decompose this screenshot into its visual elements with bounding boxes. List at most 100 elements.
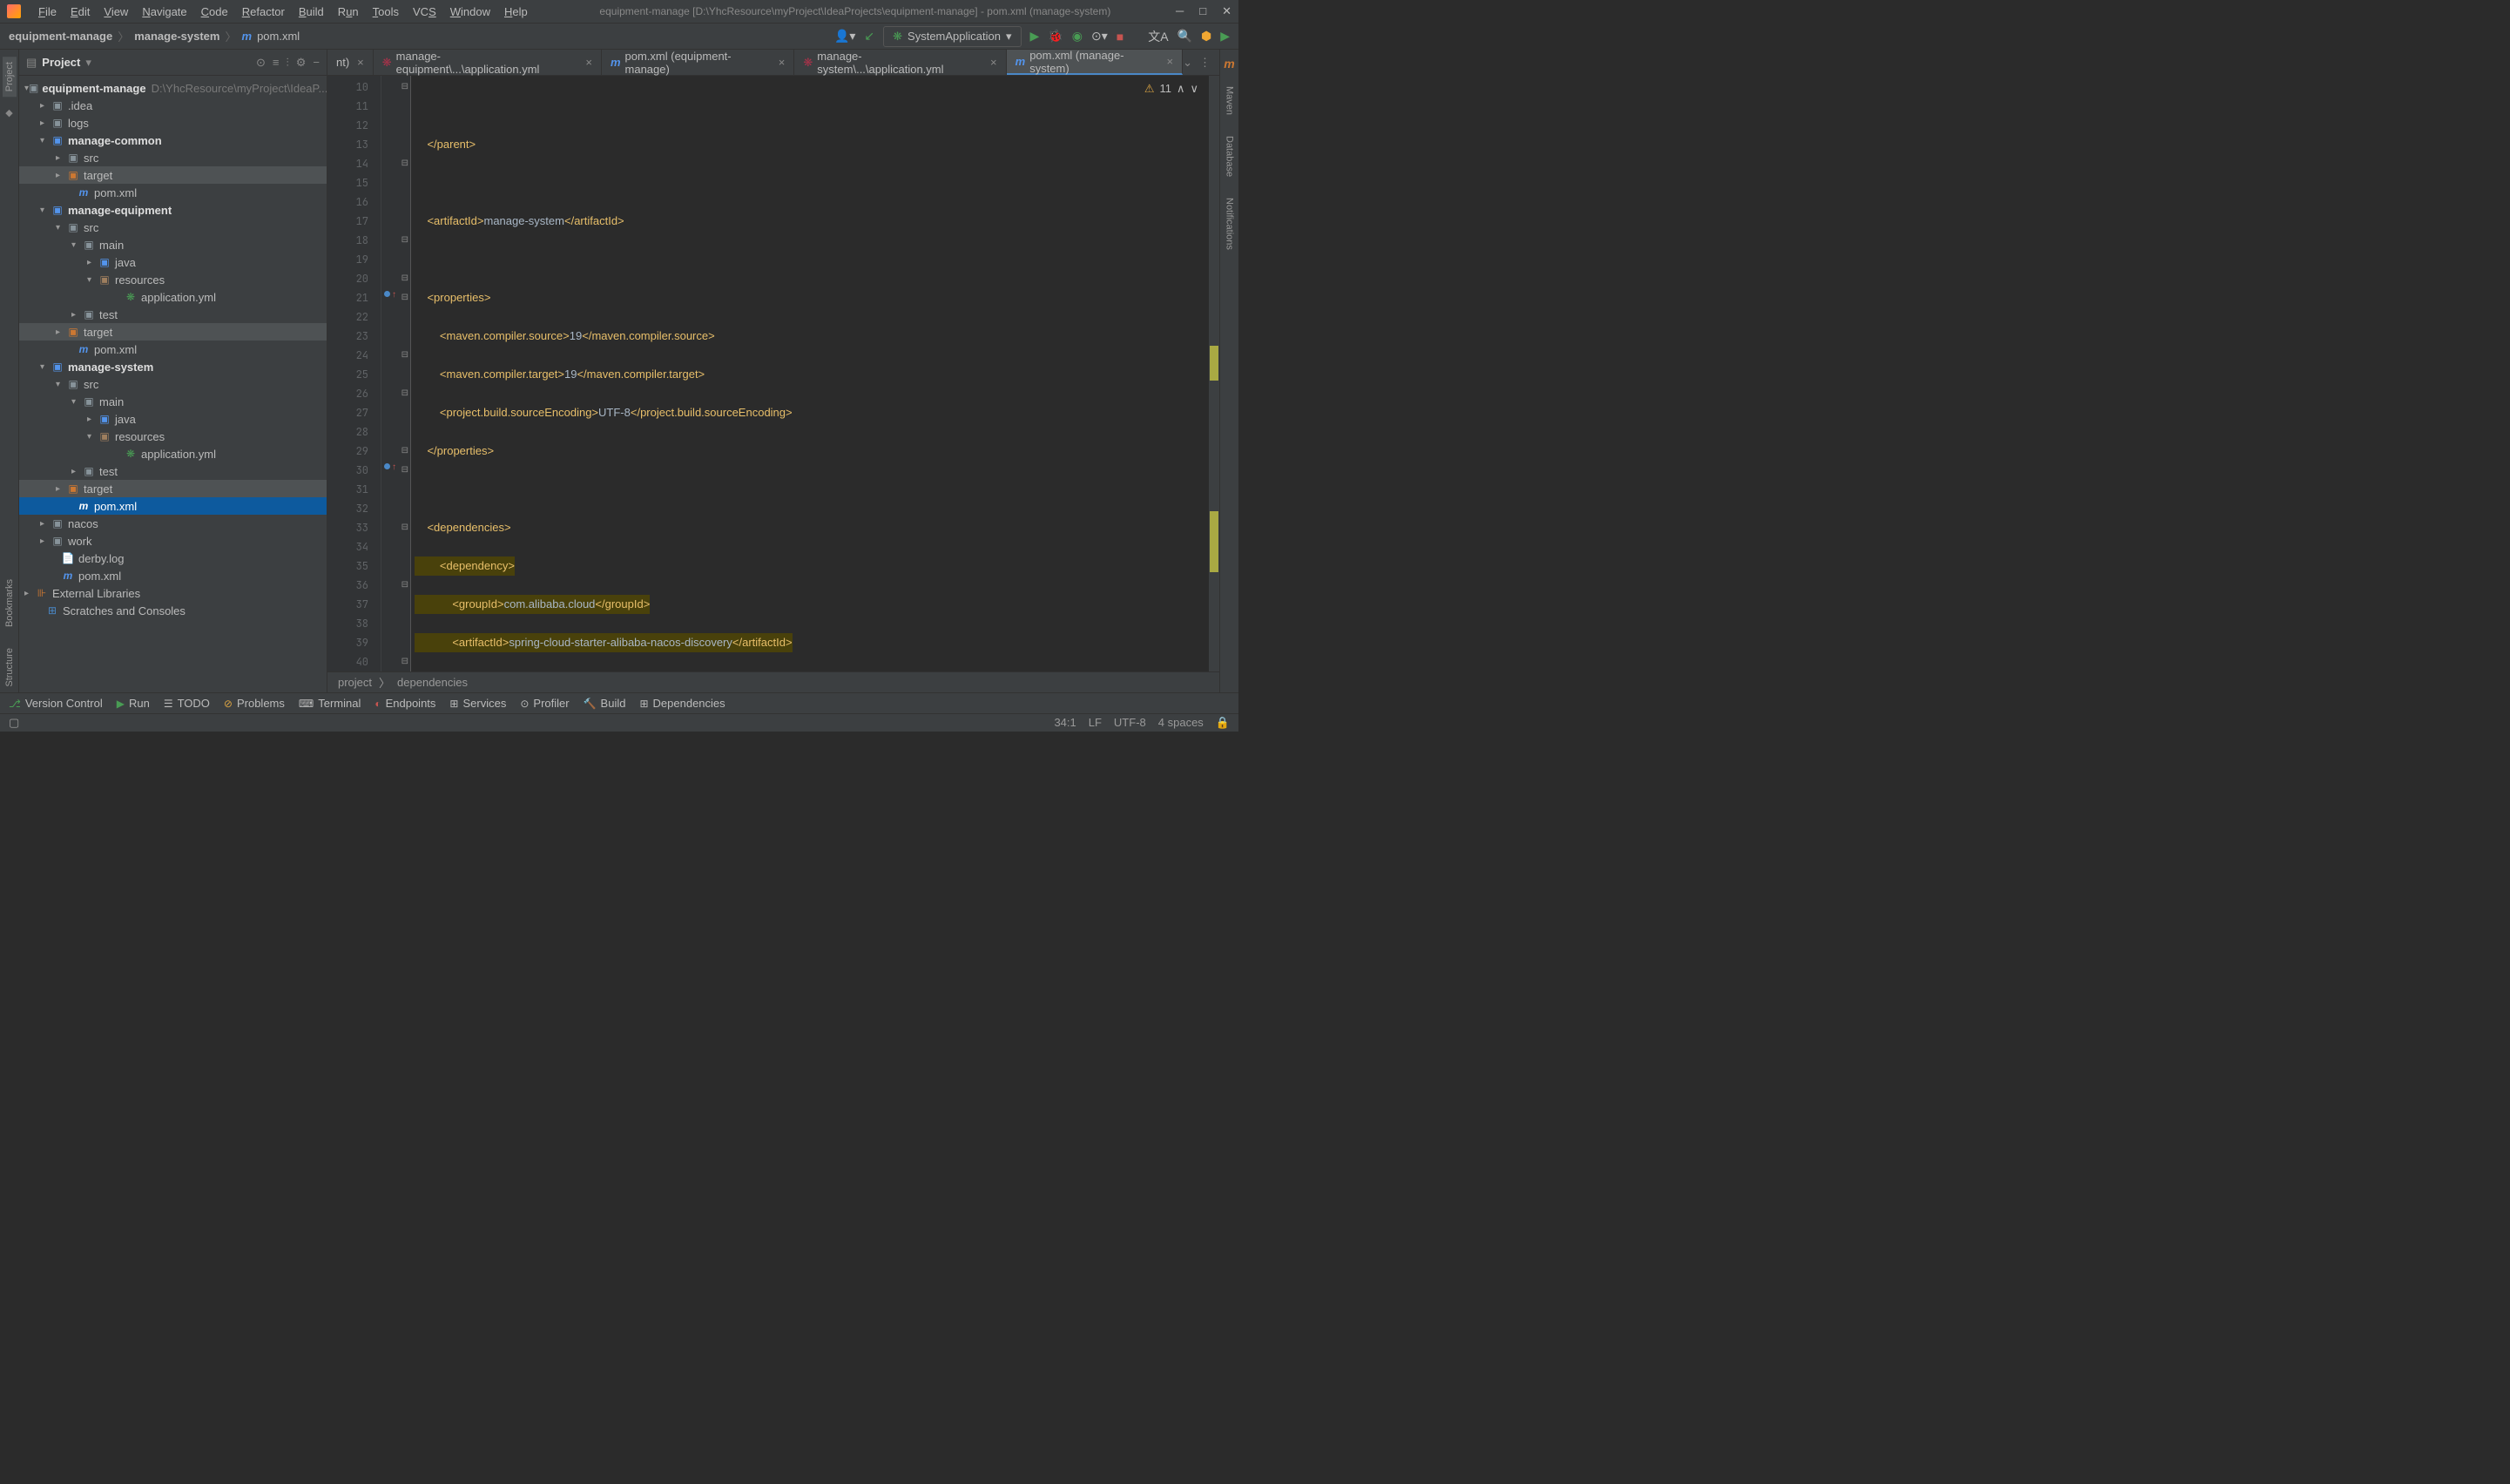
select-opened-icon[interactable]: ⊙ bbox=[256, 56, 266, 70]
tool-run[interactable]: ▶Run bbox=[117, 697, 150, 710]
editor-tab[interactable]: ❋manage-system\...\application.yml× bbox=[794, 50, 1006, 75]
next-highlight-icon[interactable]: ∨ bbox=[1190, 79, 1198, 98]
close-icon[interactable]: × bbox=[990, 56, 997, 69]
menu-help[interactable]: Help bbox=[497, 5, 535, 18]
maven-tool-icon[interactable]: m bbox=[1224, 57, 1234, 71]
run-icon[interactable]: ▶ bbox=[1030, 29, 1040, 44]
status-encoding[interactable]: UTF-8 bbox=[1114, 716, 1146, 730]
tree-item[interactable]: mpom.xml bbox=[19, 184, 327, 201]
status-position[interactable]: 34:1 bbox=[1054, 716, 1076, 730]
tool-database-tab[interactable]: Database bbox=[1223, 131, 1237, 182]
menu-edit[interactable]: Edit bbox=[64, 5, 97, 18]
tree-item[interactable]: ▸▣.idea bbox=[19, 97, 327, 114]
tree-item[interactable]: ▾▣src bbox=[19, 375, 327, 393]
gutter-markers[interactable]: ⊟ ⊟ ⊟ ⊟ ↑⊟ ⊟ ⊟ ⊟ ↑⊟ ⊟ ⊟ ⊟ bbox=[381, 76, 411, 671]
tree-item[interactable]: ▾▣manage-equipment bbox=[19, 201, 327, 219]
tool-terminal[interactable]: ⌨Terminal bbox=[299, 697, 361, 710]
close-icon[interactable]: × bbox=[357, 56, 364, 69]
error-stripe[interactable] bbox=[1209, 76, 1219, 671]
minimize-button[interactable]: ─ bbox=[1176, 4, 1184, 18]
close-icon[interactable]: × bbox=[779, 56, 786, 69]
run-config-selector[interactable]: ❋ SystemApplication ▾ bbox=[883, 26, 1021, 47]
more-icon[interactable]: ⋮ bbox=[1199, 56, 1211, 70]
menu-refactor[interactable]: Refactor bbox=[235, 5, 292, 18]
editor-breadcrumb[interactable]: project 〉 dependencies bbox=[327, 671, 1219, 692]
code-editor[interactable]: ⚠ 11 ∧ ∨ </parent> <artifactId>manage-sy… bbox=[411, 76, 1209, 671]
close-icon[interactable]: × bbox=[1167, 55, 1174, 68]
tree-item[interactable]: ▸⊪External Libraries bbox=[19, 584, 327, 602]
prev-highlight-icon[interactable]: ∧ bbox=[1177, 79, 1185, 98]
editor-tab-active[interactable]: mpom.xml (manage-system)× bbox=[1007, 50, 1183, 75]
profiler-icon[interactable]: ⊙▾ bbox=[1091, 29, 1108, 44]
editor-tab[interactable]: ❋manage-equipment\...\application.yml× bbox=[374, 50, 602, 75]
tree-item[interactable]: ▸▣nacos bbox=[19, 515, 327, 532]
stop-icon[interactable]: ■ bbox=[1117, 30, 1123, 44]
line-gutter[interactable]: 10111213 14151617 18192021 22232425 2627… bbox=[327, 76, 381, 671]
inspection-widget[interactable]: ⚠ 11 ∧ ∨ bbox=[1144, 79, 1198, 98]
tool-todo[interactable]: ☰TODO bbox=[164, 697, 210, 710]
close-icon[interactable]: × bbox=[585, 56, 592, 69]
collapse-all-icon[interactable]: ⫶ bbox=[287, 56, 289, 70]
tree-item[interactable]: ⊞Scratches and Consoles bbox=[19, 602, 327, 619]
tree-item[interactable]: ❋application.yml bbox=[19, 288, 327, 306]
tool-project-tab[interactable]: Project bbox=[3, 57, 17, 97]
tree-item-selected[interactable]: mpom.xml bbox=[19, 497, 327, 515]
tree-root[interactable]: ▾▣ equipment-manage D:\YhcResource\myPro… bbox=[19, 79, 327, 97]
menu-navigate[interactable]: Navigate bbox=[135, 5, 193, 18]
tree-item[interactable]: ▸▣logs bbox=[19, 114, 327, 132]
editor-tab[interactable]: mpom.xml (equipment-manage)× bbox=[602, 50, 794, 75]
tree-item[interactable]: ▸▣work bbox=[19, 532, 327, 550]
tool-profiler[interactable]: ⊙Profiler bbox=[520, 697, 569, 710]
close-button[interactable]: ✕ bbox=[1222, 4, 1231, 18]
user-icon[interactable]: 👤▾ bbox=[834, 29, 855, 44]
tree-item[interactable]: ▾▣resources bbox=[19, 428, 327, 445]
tool-structure-tab[interactable]: Structure bbox=[3, 643, 17, 692]
tree-item[interactable]: ▸▣java bbox=[19, 253, 327, 271]
tree-item[interactable]: ▾▣main bbox=[19, 236, 327, 253]
menu-view[interactable]: View bbox=[97, 5, 135, 18]
breadcrumb-part[interactable]: manage-system bbox=[134, 30, 219, 43]
tree-item[interactable]: ▸▣target bbox=[19, 323, 327, 341]
tool-bookmarks-tab[interactable]: Bookmarks bbox=[3, 574, 17, 632]
editor-body[interactable]: 10111213 14151617 18192021 22232425 2627… bbox=[327, 76, 1219, 671]
view-mode-dropdown[interactable]: ▾ bbox=[85, 56, 91, 70]
menu-file[interactable]: File bbox=[31, 5, 64, 18]
maximize-button[interactable]: □ bbox=[1199, 4, 1206, 18]
status-indent[interactable]: 4 spaces bbox=[1158, 716, 1204, 730]
translate-icon[interactable]: 文A bbox=[1148, 28, 1168, 45]
menu-run[interactable]: Run bbox=[331, 5, 366, 18]
tree-item[interactable]: ▾▣manage-system bbox=[19, 358, 327, 375]
tree-item[interactable]: 📄derby.log bbox=[19, 550, 327, 567]
tree-item[interactable]: ▸▣java bbox=[19, 410, 327, 428]
tree-item[interactable]: mpom.xml bbox=[19, 341, 327, 358]
tool-dependencies[interactable]: ⊞Dependencies bbox=[639, 697, 725, 710]
tool-windows-icon[interactable]: ▢ bbox=[9, 716, 19, 730]
vcs-update-icon[interactable]: ↙ bbox=[864, 29, 874, 44]
tree-item[interactable]: ▸▣test bbox=[19, 462, 327, 480]
play-ext-icon[interactable]: ▶ bbox=[1220, 29, 1230, 44]
tree-item[interactable]: ❋application.yml bbox=[19, 445, 327, 462]
menu-tools[interactable]: Tools bbox=[366, 5, 406, 18]
tool-version-control[interactable]: ⎇Version Control bbox=[9, 697, 103, 710]
tree-item[interactable]: ▸▣target bbox=[19, 166, 327, 184]
tool-build[interactable]: 🔨Build bbox=[584, 697, 626, 710]
commit-icon[interactable]: ◆ bbox=[5, 107, 12, 118]
editor-tab[interactable]: nt)× bbox=[327, 50, 374, 75]
tree-item[interactable]: ▾▣manage-common bbox=[19, 132, 327, 149]
menu-vcs[interactable]: VCS bbox=[406, 5, 443, 18]
tree-item[interactable]: ▸▣test bbox=[19, 306, 327, 323]
tree-item[interactable]: ▾▣src bbox=[19, 219, 327, 236]
tree-item[interactable]: ▾▣main bbox=[19, 393, 327, 410]
tree-item[interactable]: ▸▣src bbox=[19, 149, 327, 166]
project-panel-title[interactable]: Project bbox=[42, 56, 80, 69]
hide-icon[interactable]: − bbox=[313, 56, 320, 70]
tool-maven-tab[interactable]: Maven bbox=[1223, 81, 1237, 120]
tree-item[interactable]: ▾▣resources bbox=[19, 271, 327, 288]
ai-icon[interactable]: ⬢ bbox=[1201, 29, 1211, 44]
menu-window[interactable]: Window bbox=[443, 5, 497, 18]
menu-code[interactable]: Code bbox=[194, 5, 235, 18]
tool-endpoints[interactable]: ◐Endpoints bbox=[374, 697, 435, 710]
tool-services[interactable]: ⊞Services bbox=[449, 697, 506, 710]
gear-icon[interactable]: ⚙ bbox=[296, 56, 307, 70]
lock-icon[interactable]: 🔒 bbox=[1216, 716, 1230, 730]
